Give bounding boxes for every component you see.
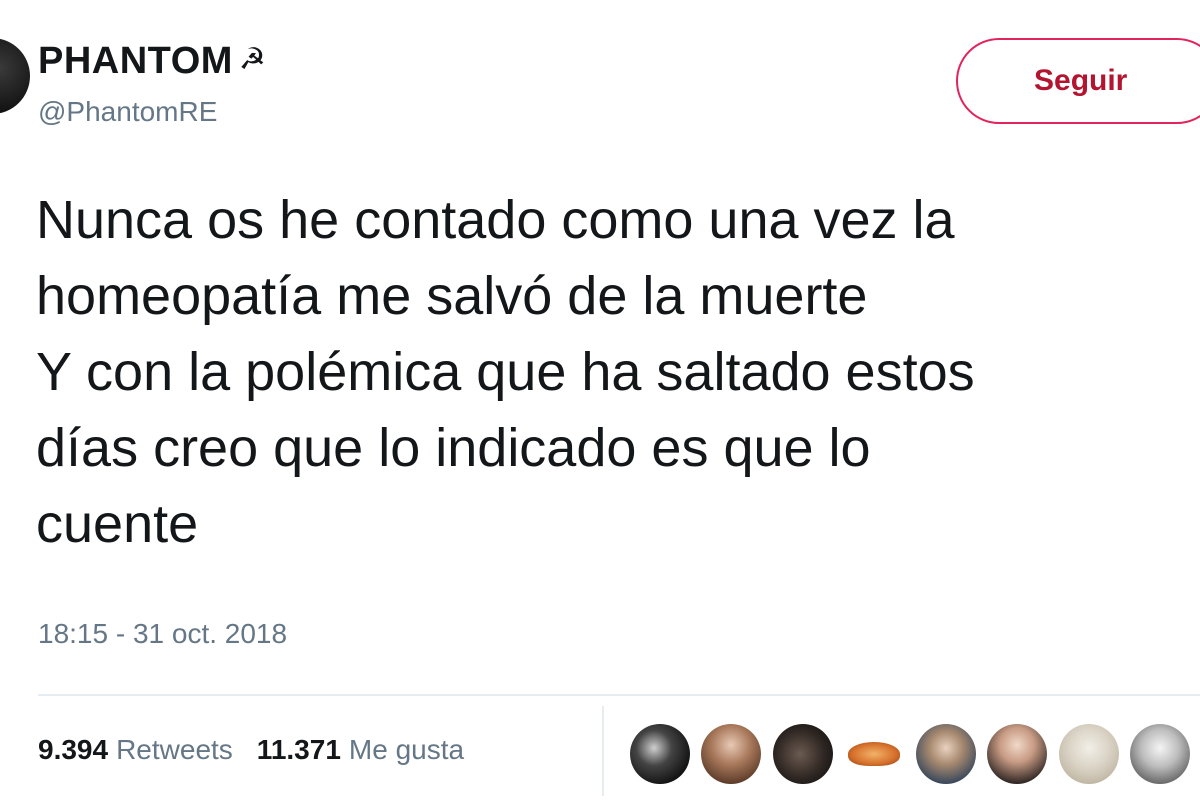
likes-label: Me gusta bbox=[348, 734, 465, 765]
liker-avatar[interactable] bbox=[1130, 724, 1191, 784]
likes-stat[interactable]: 11.371 Me gusta bbox=[257, 734, 464, 765]
liker-avatar[interactable] bbox=[772, 724, 833, 784]
liker-avatar-moth[interactable] bbox=[844, 724, 904, 784]
retweets-label: Retweets bbox=[116, 734, 233, 765]
display-name-text: PHANTOM bbox=[38, 40, 233, 82]
likes-count: 11.371 bbox=[256, 734, 341, 765]
follow-button[interactable]: Seguir bbox=[956, 38, 1200, 124]
tweet-text-line: Y con la polémica que ha saltado estos bbox=[36, 342, 975, 402]
divider bbox=[38, 694, 1200, 696]
display-name[interactable]: PHANTOM ☭ bbox=[38, 40, 266, 83]
liker-avatar[interactable] bbox=[1058, 724, 1119, 784]
hammer-sickle-icon: ☭ bbox=[238, 43, 267, 76]
profile-avatar[interactable] bbox=[0, 38, 30, 114]
tweet-stats: 9.394 Retweets 11.371 Me gusta bbox=[38, 734, 464, 766]
tweet-text-line: días creo que lo indicado es que lo bbox=[36, 418, 871, 478]
retweets-count: 9.394 bbox=[38, 734, 109, 765]
retweets-stat[interactable]: 9.394 Retweets bbox=[38, 734, 233, 765]
tweet-text-line: cuente bbox=[36, 494, 199, 554]
tweet-text-line: homeopatía me salvó de la muerte bbox=[36, 266, 868, 326]
liker-avatar[interactable] bbox=[987, 724, 1048, 784]
liker-avatar[interactable] bbox=[630, 724, 690, 784]
tweet-card: PHANTOM ☭ @PhantomRE Seguir Nunca os he c… bbox=[0, 0, 1200, 800]
liker-avatars bbox=[630, 724, 1197, 786]
liker-avatar[interactable] bbox=[915, 724, 976, 784]
tweet-text-line: Nunca os he contado como una vez la bbox=[36, 190, 955, 250]
divider-vertical bbox=[602, 706, 604, 796]
tweet-timestamp[interactable]: 18:15 - 31 oct. 2018 bbox=[38, 618, 287, 650]
moth-icon bbox=[848, 742, 901, 766]
tweet-text: Nunca os he contado como una vez la home… bbox=[36, 182, 1200, 562]
user-handle[interactable]: @PhantomRE bbox=[38, 96, 217, 128]
liker-avatar[interactable] bbox=[701, 724, 762, 784]
